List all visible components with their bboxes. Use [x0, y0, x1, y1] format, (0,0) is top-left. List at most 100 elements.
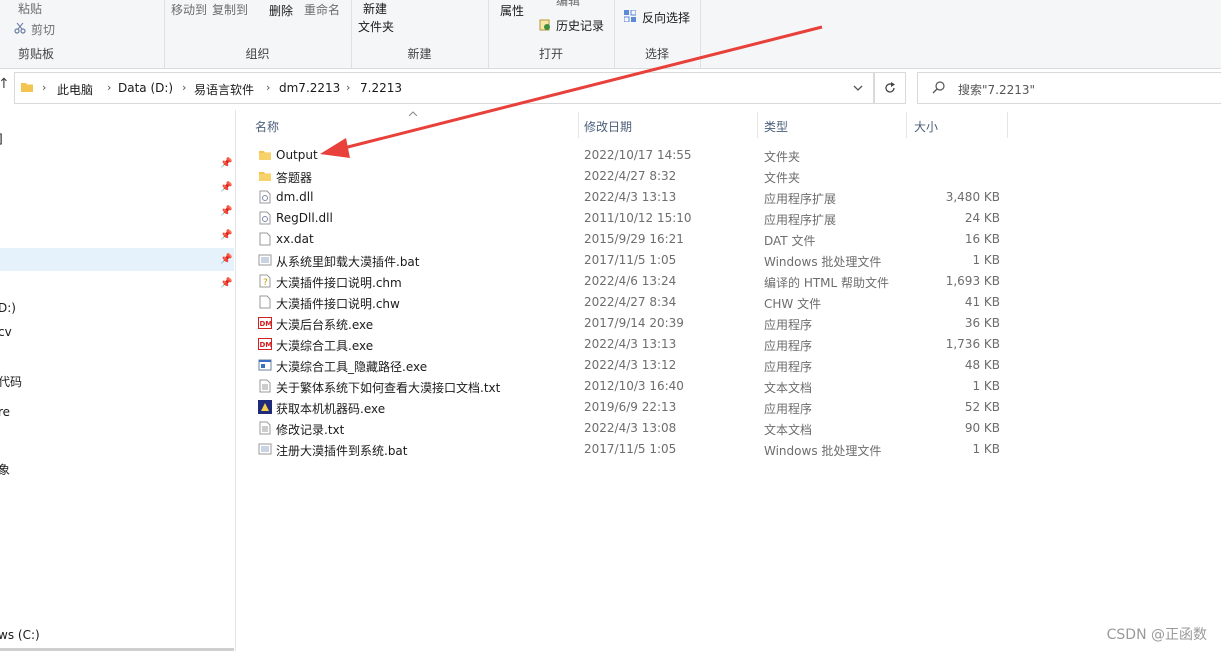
file-size: 3,480 KB [945, 190, 1000, 204]
up-button[interactable]: ↑ [0, 76, 10, 92]
column-header-date[interactable]: 修改日期 [584, 118, 632, 135]
column-divider[interactable] [578, 112, 579, 138]
pin-icon: 📌 [220, 206, 233, 217]
nav-item[interactable]: re [0, 405, 10, 419]
file-size: 24 KB [964, 211, 1000, 225]
delete-button[interactable]: 删除 [269, 2, 293, 19]
file-row[interactable]: 关于繁体系统下如何查看大漠接口文档.txt 2012/10/3 16:40 文本文档… [250, 376, 1010, 397]
file-type: 编译的 HTML 帮助文件 [764, 276, 890, 290]
cut-button[interactable]: 剪切 [31, 21, 55, 38]
rename-button[interactable]: 重命名 [304, 1, 340, 18]
new-folder-button[interactable]: 新建 [363, 0, 387, 17]
file-date: 2022/4/3 13:12 [584, 358, 677, 372]
clipboard-group: 粘贴 剪切 剪贴板 [0, 0, 165, 68]
file-type: 文本文档 [764, 381, 813, 395]
file-name: 大漠后台系统.exe [276, 318, 374, 332]
file-row[interactable]: 答题器 2022/4/27 8:32 文件夹 [250, 166, 1010, 187]
column-divider[interactable] [906, 112, 907, 138]
file-row[interactable]: dm.dll 2022/4/3 13:13 应用程序扩展 3,480 KB [250, 187, 1010, 208]
search-box[interactable]: 搜索"7.2213" [917, 72, 1221, 104]
svg-text:DM: DM [260, 320, 273, 328]
file-row[interactable]: xx.dat 2015/9/29 16:21 DAT 文件 16 KB [250, 229, 1010, 250]
chevron-right-icon: › [107, 81, 112, 94]
history-button[interactable]: 历史记录 [556, 17, 604, 34]
properties-button[interactable]: 属性 [500, 2, 524, 19]
nav-item[interactable]: 代码 [0, 373, 22, 390]
nav-item[interactable]: ] [0, 132, 3, 146]
file-row[interactable]: DM 大漠综合工具.exe 2022/4/3 13:13 应用程序 1,736 KB [250, 334, 1010, 355]
tool-exe-icon [258, 400, 272, 414]
column-header-name[interactable]: 名称 [255, 118, 279, 135]
search-icon [932, 81, 945, 94]
dm-exe-icon: DM [258, 316, 272, 330]
file-row[interactable]: Output 2022/10/17 14:55 文件夹 [250, 145, 1010, 166]
nav-item-selected[interactable] [0, 248, 234, 271]
file-name: Output [276, 148, 318, 162]
column-divider[interactable] [757, 112, 758, 138]
edit-button[interactable]: 编辑 [556, 0, 580, 9]
ribbon: 粘贴 剪切 剪贴板 移动到 复制到 删除 重命名 组织 新建 文件夹 新建 属性… [0, 0, 1221, 69]
svg-text:DM: DM [260, 341, 273, 349]
pin-icon: 📌 [220, 182, 233, 193]
breadcrumb-data-drive[interactable]: Data (D:) [118, 81, 173, 95]
paste-button[interactable]: 粘贴 [18, 0, 42, 17]
file-name: 大漠综合工具_隐藏路径.exe [276, 360, 428, 374]
file-size: 1,693 KB [945, 274, 1000, 288]
sort-indicator-icon [409, 111, 417, 116]
chevron-right-icon: › [266, 81, 271, 94]
file-name: 大漠综合工具.exe [276, 339, 374, 353]
new-group: 新建 文件夹 新建 [351, 0, 489, 68]
file-row[interactable]: 从系统里卸载大漠插件.bat 2017/11/5 1:05 Windows 批处理文… [250, 250, 1010, 271]
file-size: 52 KB [964, 400, 1000, 414]
breadcrumb-current[interactable]: 7.2213 [360, 81, 402, 95]
file-row[interactable]: 大漠插件接口说明.chw 2022/4/27 8:34 CHW 文件 41 KB [250, 292, 1010, 313]
file-date: 2019/6/9 22:13 [584, 400, 677, 414]
file-type: 文本文档 [764, 423, 813, 437]
file-size: 48 KB [964, 358, 1000, 372]
new-folder-button-line2[interactable]: 文件夹 [358, 18, 394, 35]
file-row[interactable]: RegDll.dll 2011/10/12 15:10 应用程序扩展 24 KB [250, 208, 1010, 229]
file-row[interactable]: 大漠综合工具_隐藏路径.exe 2022/4/3 13:12 应用程序 48 KB [250, 355, 1010, 376]
nav-item-c-drive[interactable]: ws (C:) [0, 628, 40, 642]
nav-item-data-drive[interactable]: D:) [0, 301, 16, 315]
file-size: 1,736 KB [945, 337, 1000, 351]
refresh-icon [885, 82, 895, 93]
invert-selection-button[interactable]: 反向选择 [642, 9, 690, 26]
address-row: ↑ › 此电脑 › Data (D:) › 易语言软件 › dm7.2213 ›… [0, 70, 1221, 104]
file-row[interactable]: DM 大漠后台系统.exe 2017/9/14 20:39 应用程序 36 KB [250, 313, 1010, 334]
pin-icon: 📌 [220, 158, 233, 169]
file-row[interactable]: 获取本机机器码.exe 2019/6/9 22:13 应用程序 52 KB [250, 397, 1010, 418]
file-date: 2015/9/29 16:21 [584, 232, 684, 246]
refresh-button[interactable] [874, 72, 906, 104]
pin-icon: 📌 [220, 254, 233, 265]
address-bar[interactable]: › 此电脑 › Data (D:) › 易语言软件 › dm7.2213 › 7… [14, 72, 874, 104]
file-type: CHW 文件 [764, 297, 822, 311]
file-row[interactable]: 注册大漠插件到系统.bat 2017/11/5 1:05 Windows 批处理文件… [250, 439, 1010, 460]
copy-to-button[interactable]: 复制到 [212, 1, 248, 18]
file-size: 1 KB [972, 442, 1000, 456]
file-row[interactable]: 修改记录.txt 2022/4/3 13:08 文本文档 90 KB [250, 418, 1010, 439]
file-type: 应用程序 [764, 360, 813, 374]
file-type: 应用程序扩展 [764, 213, 837, 227]
column-divider[interactable] [1007, 112, 1008, 138]
nav-item[interactable]: cv [0, 325, 12, 339]
file-row[interactable]: ? 大漠插件接口说明.chm 2022/4/6 13:24 编译的 HTML 帮助文件… [250, 271, 1010, 292]
nav-item[interactable]: 象 [0, 461, 10, 478]
chevron-down-icon[interactable] [853, 84, 863, 92]
file-date: 2017/11/5 1:05 [584, 253, 677, 267]
app-icon [258, 358, 272, 372]
file-type: 应用程序 [764, 318, 813, 332]
breadcrumb-this-pc[interactable]: 此电脑 [57, 81, 93, 98]
file-icon [258, 232, 272, 246]
breadcrumb-folder[interactable]: 易语言软件 [194, 81, 254, 98]
file-type: 应用程序 [764, 339, 813, 353]
file-date: 2022/4/3 13:13 [584, 190, 677, 204]
breadcrumb-folder[interactable]: dm7.2213 [279, 81, 340, 95]
column-header-size[interactable]: 大小 [914, 118, 938, 135]
column-header-type[interactable]: 类型 [764, 118, 788, 135]
move-to-button[interactable]: 移动到 [171, 1, 207, 18]
search-input[interactable]: 搜索"7.2213" [958, 81, 1035, 98]
new-label: 新建 [407, 47, 432, 61]
file-size: 1 KB [972, 253, 1000, 267]
file-date: 2017/11/5 1:05 [584, 442, 677, 456]
